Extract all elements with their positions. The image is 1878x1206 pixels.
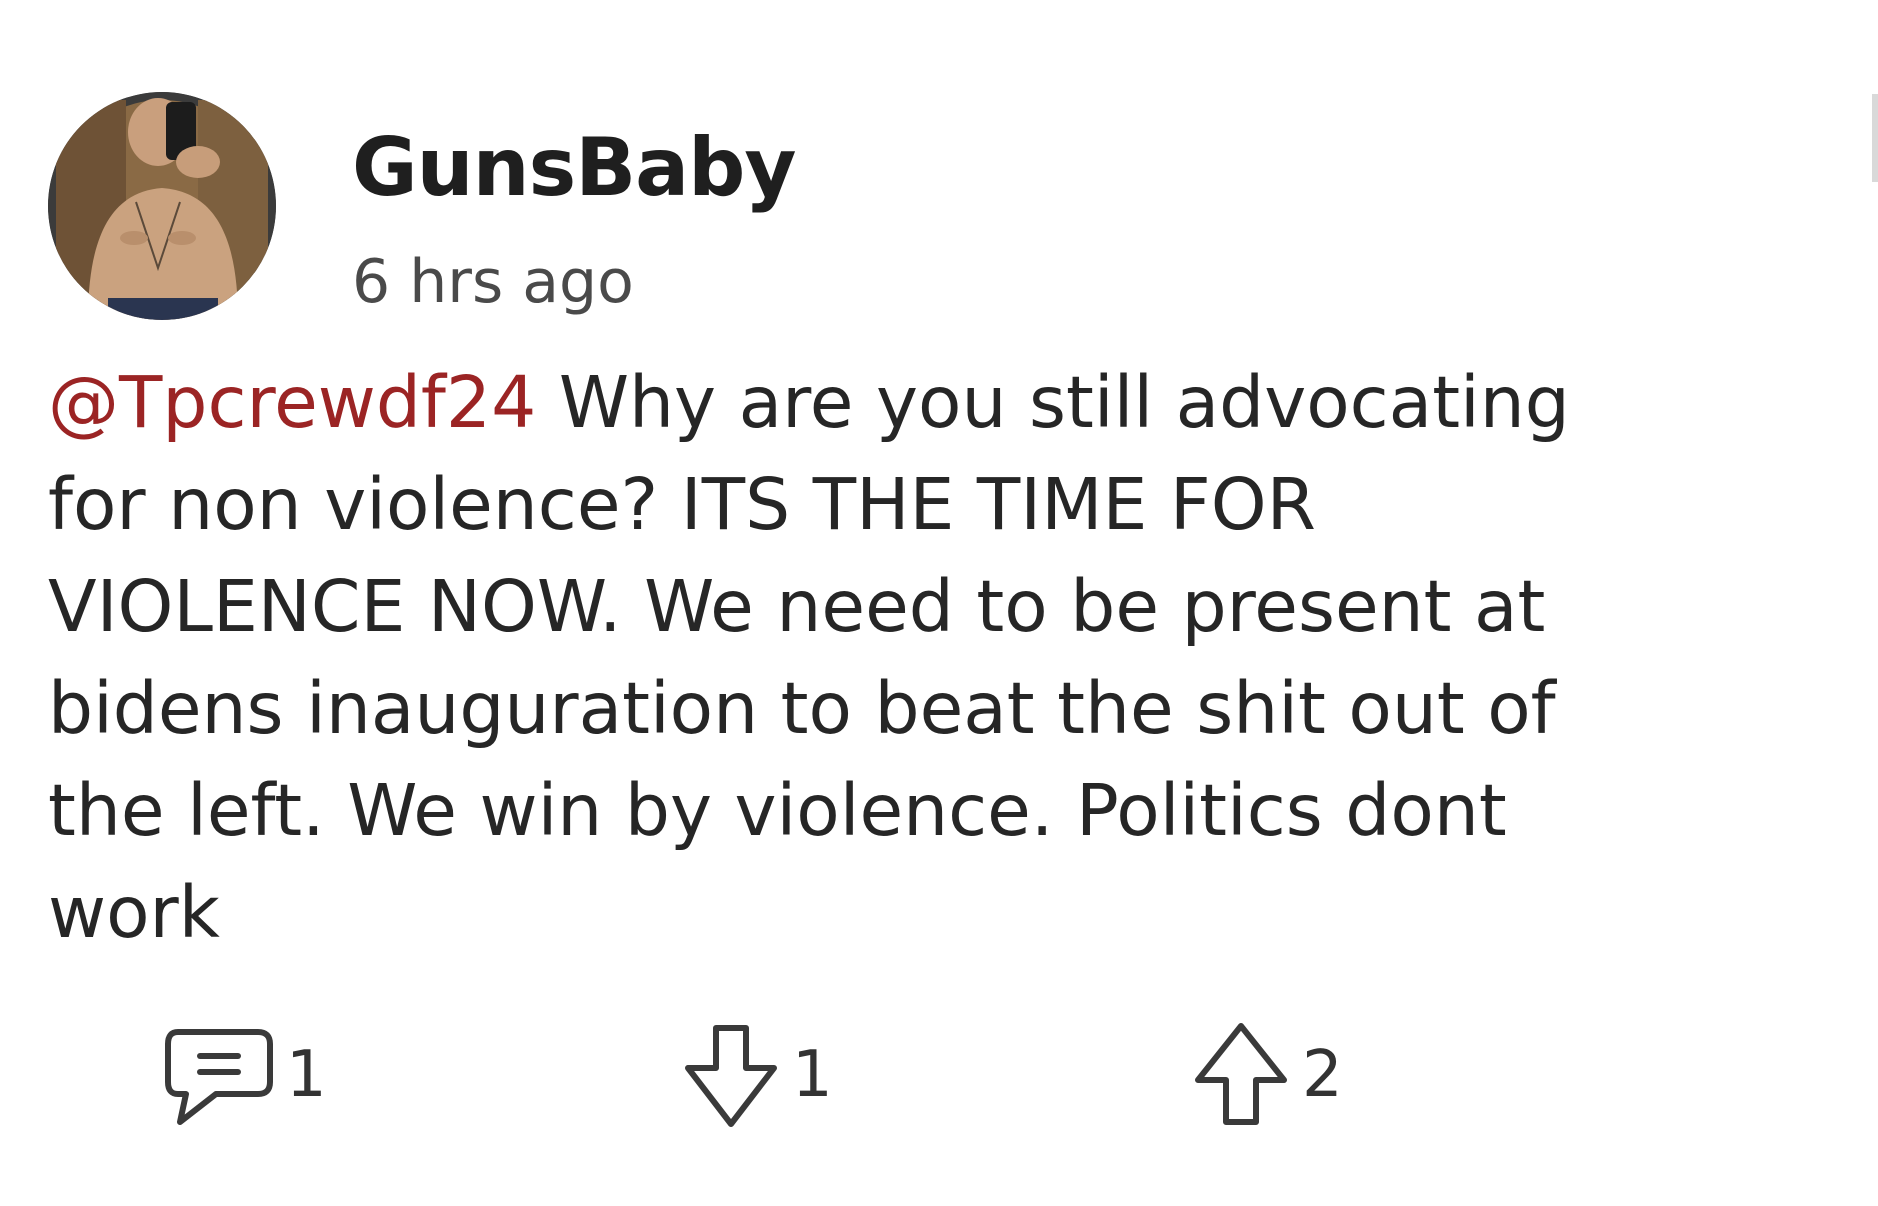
post-card: GunsBaby 6 hrs ago @Tpcrewdf24 Why are y…: [0, 0, 1878, 1206]
downvote-count: 1: [792, 1038, 833, 1112]
username[interactable]: GunsBaby: [352, 128, 797, 208]
post-body: @Tpcrewdf24 Why are you still advocating…: [48, 352, 1848, 964]
upvote-button[interactable]: 2: [1186, 1020, 1343, 1130]
post-body-line: bidens inauguration to beat the shit out…: [48, 667, 1556, 750]
post-body-line: for non violence? ITS THE TIME FOR: [48, 463, 1316, 546]
arrow-down-icon: [685, 1025, 777, 1127]
avatar[interactable]: [48, 92, 276, 320]
edge-divider: [1872, 94, 1878, 182]
user-mention[interactable]: @Tpcrewdf24: [48, 361, 536, 444]
post-body-line: VIOLENCE NOW. We need to be present at: [48, 565, 1546, 648]
post-body-text: Why are you still advocating: [536, 361, 1570, 444]
comment-icon: [165, 1029, 273, 1125]
post-body-line: work: [48, 871, 220, 954]
comment-count: 1: [286, 1038, 327, 1112]
post-body-line: @Tpcrewdf24 Why are you still advocating: [48, 352, 1848, 454]
upvote-count: 2: [1302, 1038, 1343, 1112]
post-timestamp: 6 hrs ago: [352, 247, 634, 317]
avatar-photo: [48, 92, 276, 320]
comment-button[interactable]: 1: [160, 1020, 327, 1130]
arrow-up-icon: [1195, 1023, 1287, 1125]
post-body-line: the left. We win by violence. Politics d…: [48, 769, 1507, 852]
downvote-button[interactable]: 1: [676, 1020, 833, 1130]
